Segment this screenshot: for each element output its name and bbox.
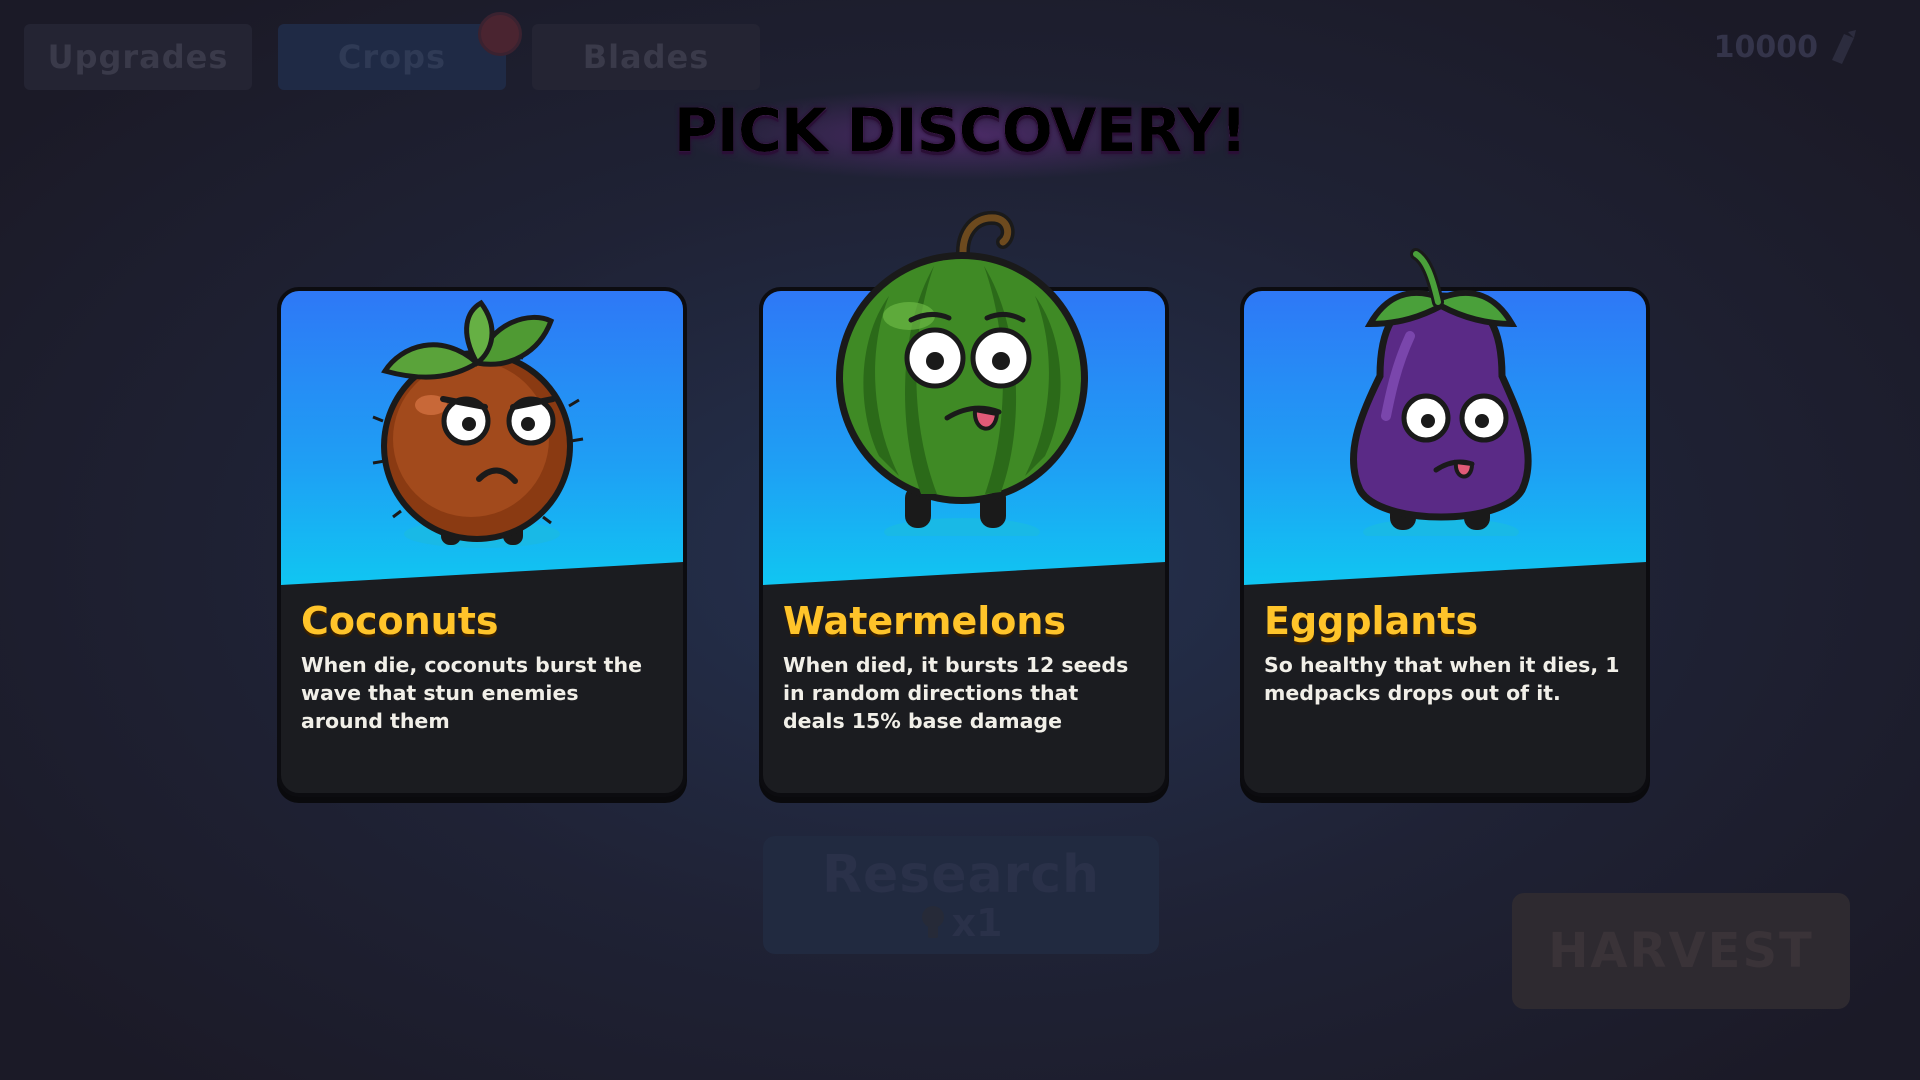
discovery-card-coconuts[interactable]: Coconuts When die, coconuts burst the wa…	[277, 287, 687, 797]
tab-crops[interactable]: Crops	[278, 24, 506, 90]
currency-display: 10000	[1714, 28, 1860, 66]
tab-upgrades[interactable]: Upgrades	[24, 24, 252, 90]
page-title: PICK DISCOVERY!	[0, 96, 1920, 166]
discovery-card-watermelons[interactable]: Watermelons When died, it bursts 12 seed…	[759, 287, 1169, 797]
seed-token-icon	[1832, 30, 1856, 64]
harvest-button[interactable]: HARVEST	[1512, 893, 1850, 1009]
card-description: So healthy that when it dies, 1 medpacks…	[1264, 653, 1620, 705]
currency-amount: 10000	[1713, 29, 1818, 65]
card-description: When die, coconuts burst the wave that s…	[301, 653, 642, 733]
coconut-character-icon	[372, 299, 584, 548]
card-art-background	[763, 291, 1165, 585]
card-title: Watermelons	[783, 599, 1067, 643]
game-screen: Upgrades Crops Blades 10000 Research x1 …	[0, 0, 1920, 1080]
research-count-row: x1	[920, 901, 1003, 945]
card-title: Coconuts	[301, 599, 499, 643]
lightbulb-icon	[921, 906, 944, 938]
notification-dot	[478, 12, 522, 56]
research-button[interactable]: Research x1	[763, 836, 1159, 954]
card-title: Eggplants	[1264, 599, 1479, 643]
discovery-card-eggplants[interactable]: Eggplants So healthy that when it dies, …	[1240, 287, 1650, 797]
card-description: When died, it bursts 12 seeds in random …	[783, 653, 1129, 733]
card-art-background	[1244, 291, 1646, 585]
research-label: Research	[821, 845, 1101, 905]
research-count: x1	[951, 901, 1003, 945]
